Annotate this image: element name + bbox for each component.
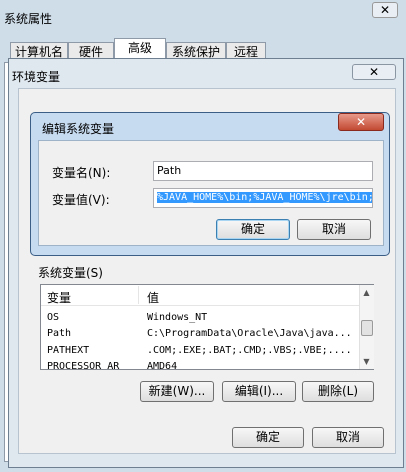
list-item-name: PROCESSOR_AR bbox=[47, 361, 120, 370]
list-item[interactable]: OS Windows_NT bbox=[41, 310, 359, 325]
list-item-name: Path bbox=[47, 328, 72, 339]
edit-cancel-button[interactable]: 取消 bbox=[297, 219, 371, 240]
variable-value-input[interactable]: %JAVA_HOME%\bin;%JAVA_HOME%\jre\bin; bbox=[153, 188, 373, 208]
environment-variables-title: 环境变量 bbox=[12, 70, 61, 84]
new-variable-button[interactable]: 新建(W)... bbox=[140, 381, 214, 402]
list-header bbox=[41, 285, 359, 306]
edit-system-variable-title: 编辑系统变量 bbox=[42, 122, 115, 136]
list-item[interactable]: PATHEXT .COM;.EXE;.BAT;.CMD;.VBS;.VBE;..… bbox=[41, 343, 359, 358]
system-properties-close-button[interactable]: ✕ bbox=[372, 2, 398, 18]
env-cancel-button[interactable]: 取消 bbox=[312, 427, 384, 448]
column-header-variable[interactable]: 变量 bbox=[47, 289, 71, 306]
list-item[interactable]: Path C:\ProgramData\Oracle\Java\java... bbox=[41, 326, 359, 341]
list-item-value: AMD64 bbox=[147, 361, 178, 370]
system-properties-title: 系统属性 bbox=[4, 12, 53, 26]
edit-variable-button[interactable]: 编辑(I)... bbox=[222, 381, 296, 402]
list-item-name: PATHEXT bbox=[47, 345, 90, 356]
list-item[interactable]: PROCESSOR_AR AMD64 bbox=[41, 359, 359, 370]
variable-value-text: %JAVA_HOME%\bin;%JAVA_HOME%\jre\bin; bbox=[157, 192, 373, 203]
column-header-value[interactable]: 值 bbox=[147, 289, 159, 306]
edit-ok-button[interactable]: 确定 bbox=[216, 219, 290, 240]
scroll-thumb[interactable] bbox=[361, 320, 373, 336]
list-item-value: C:\ProgramData\Oracle\Java\java... bbox=[147, 328, 352, 339]
variable-name-value: Path bbox=[157, 164, 182, 177]
delete-variable-button[interactable]: 删除(L) bbox=[302, 381, 374, 402]
list-item-value: .COM;.EXE;.BAT;.CMD;.VBS;.VBE;.... bbox=[147, 345, 352, 356]
list-item-value: Windows_NT bbox=[147, 312, 208, 323]
edit-dialog-close-button[interactable]: ✕ bbox=[338, 113, 384, 131]
env-ok-button[interactable]: 确定 bbox=[232, 427, 304, 448]
list-item-name: OS bbox=[47, 312, 60, 323]
column-divider[interactable] bbox=[138, 286, 139, 304]
system-variables-label: 系统变量(S) bbox=[38, 266, 103, 280]
variable-name-input[interactable]: Path bbox=[153, 161, 373, 181]
scroll-down-icon[interactable]: ▼ bbox=[359, 355, 374, 369]
variable-value-label: 变量值(V): bbox=[52, 193, 110, 207]
variable-name-label: 变量名(N): bbox=[52, 166, 111, 180]
environment-variables-close-button[interactable]: ✕ bbox=[352, 64, 396, 80]
scroll-up-icon[interactable]: ▲ bbox=[359, 286, 374, 300]
